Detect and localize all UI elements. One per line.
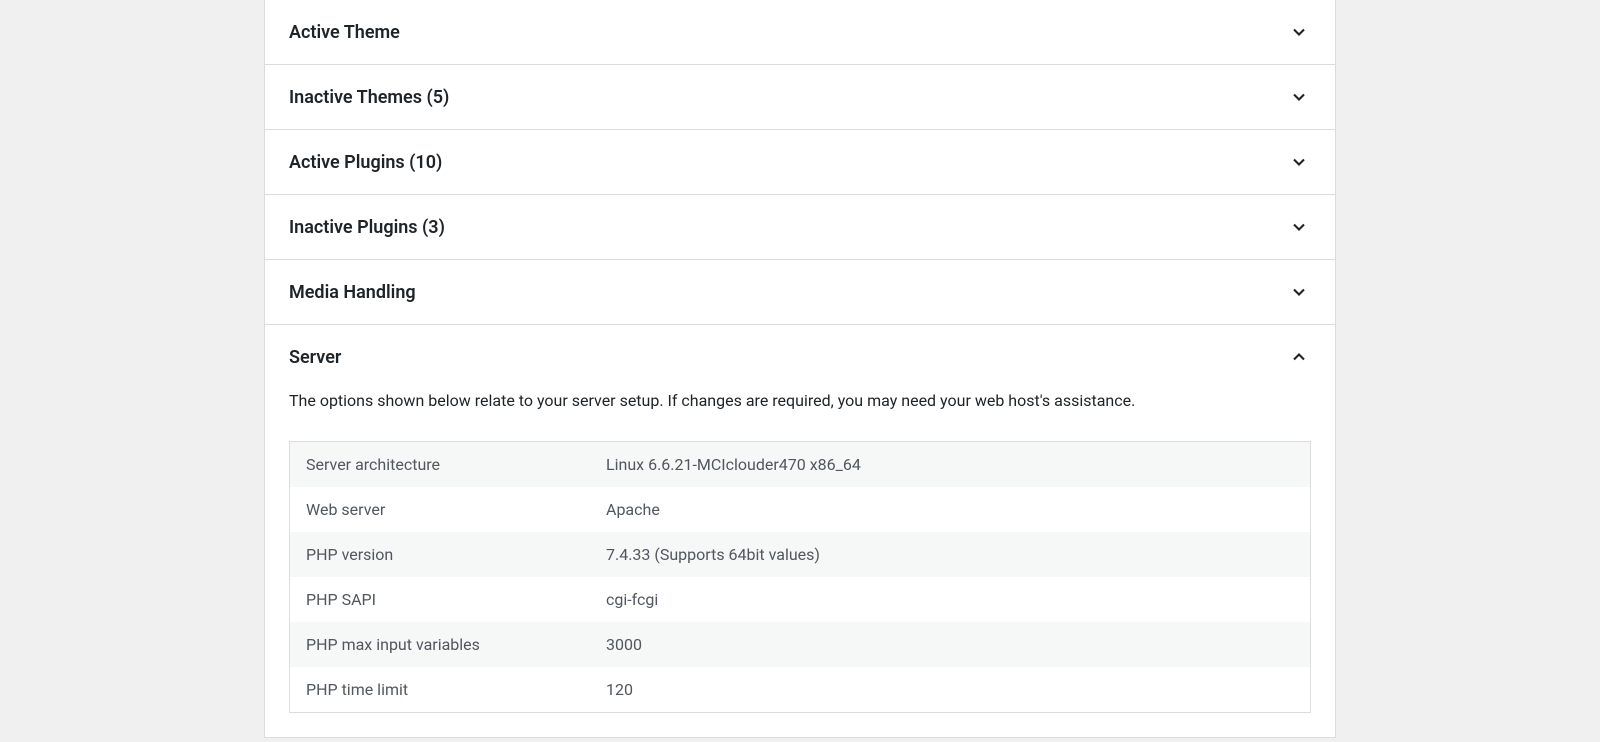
row-label: PHP max input variables [290, 622, 590, 667]
chevron-down-icon [1287, 150, 1311, 174]
accordion-section-active-theme: Active Theme [265, 0, 1335, 65]
row-value: Apache [590, 487, 1310, 532]
row-value: Linux 6.6.21-MCIclouder470 x86_64 [590, 442, 1310, 487]
table-row: PHP SAPI cgi-fcgi [290, 577, 1310, 622]
row-label: Web server [290, 487, 590, 532]
accordion-header-active-theme[interactable]: Active Theme [265, 0, 1335, 64]
accordion-section-server: Server The options shown below relate to… [265, 325, 1335, 738]
row-label: Server architecture [290, 442, 590, 487]
chevron-down-icon [1287, 215, 1311, 239]
chevron-up-icon [1287, 345, 1311, 369]
row-label: PHP SAPI [290, 577, 590, 622]
site-health-info-panel: Active Theme Inactive Themes (5) Active … [264, 0, 1336, 738]
table-row: PHP version 7.4.33 (Supports 64bit value… [290, 532, 1310, 577]
table-row: Server architecture Linux 6.6.21-MCIclou… [290, 442, 1310, 487]
accordion-title: Media Handling [289, 282, 416, 303]
accordion-header-server[interactable]: Server [265, 325, 1335, 389]
accordion-header-inactive-themes[interactable]: Inactive Themes (5) [265, 65, 1335, 129]
row-value: 3000 [590, 622, 1310, 667]
accordion-header-media-handling[interactable]: Media Handling [265, 260, 1335, 324]
accordion-title: Inactive Plugins (3) [289, 217, 445, 238]
accordion-section-inactive-themes: Inactive Themes (5) [265, 65, 1335, 130]
accordion-header-active-plugins[interactable]: Active Plugins (10) [265, 130, 1335, 194]
row-label: PHP version [290, 532, 590, 577]
accordion-section-media-handling: Media Handling [265, 260, 1335, 325]
row-label: PHP time limit [290, 667, 590, 712]
accordion-section-active-plugins: Active Plugins (10) [265, 130, 1335, 195]
table-row: Web server Apache [290, 487, 1310, 532]
chevron-down-icon [1287, 85, 1311, 109]
chevron-down-icon [1287, 20, 1311, 44]
server-description: The options shown below relate to your s… [289, 389, 1311, 413]
row-value: 7.4.33 (Supports 64bit values) [590, 532, 1310, 577]
accordion-title: Active Theme [289, 22, 400, 43]
table-row: PHP max input variables 3000 [290, 622, 1310, 667]
table-row: PHP time limit 120 [290, 667, 1310, 712]
accordion-title: Server [289, 347, 341, 368]
chevron-down-icon [1287, 280, 1311, 304]
accordion-header-inactive-plugins[interactable]: Inactive Plugins (3) [265, 195, 1335, 259]
row-value: 120 [590, 667, 1310, 712]
row-value: cgi-fcgi [590, 577, 1310, 622]
accordion-title: Inactive Themes (5) [289, 87, 449, 108]
accordion-title: Active Plugins (10) [289, 152, 442, 173]
accordion-content-server: The options shown below relate to your s… [265, 389, 1335, 737]
accordion-section-inactive-plugins: Inactive Plugins (3) [265, 195, 1335, 260]
server-data-table: Server architecture Linux 6.6.21-MCIclou… [289, 441, 1311, 713]
